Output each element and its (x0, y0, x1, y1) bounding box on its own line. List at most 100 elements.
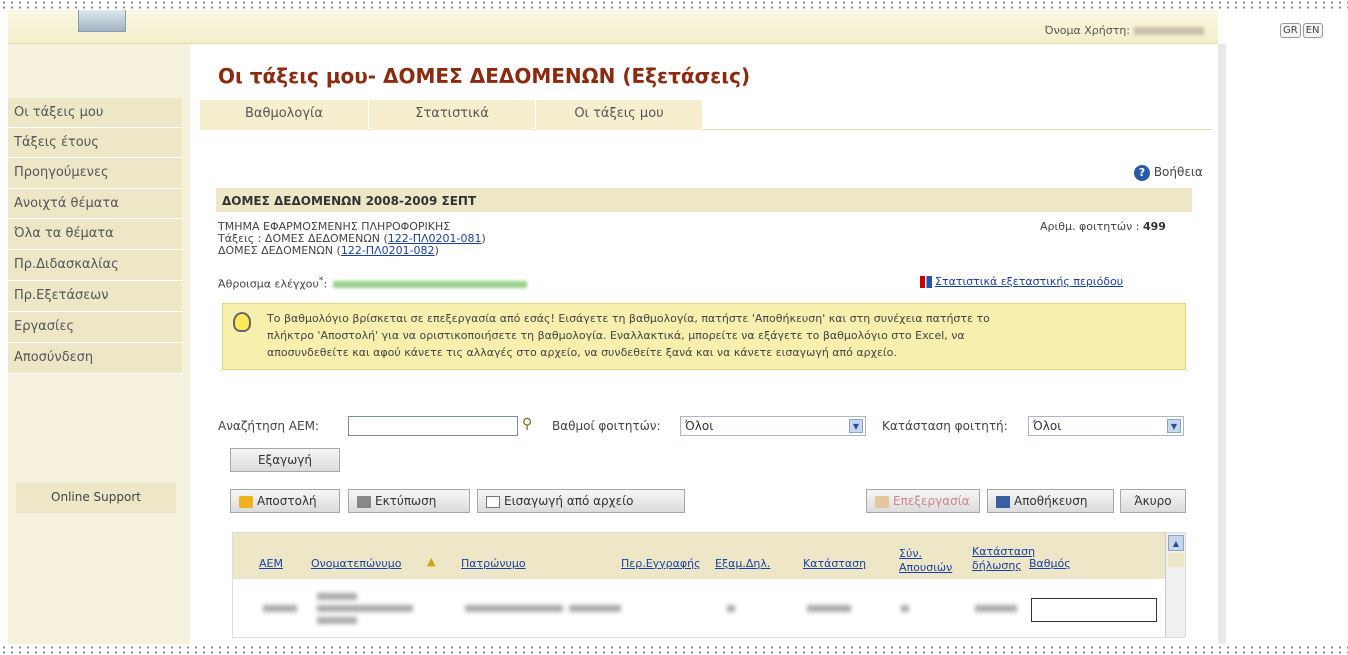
scroll-thumb[interactable] (1168, 553, 1184, 567)
tab-statistics[interactable]: Στατιστικά (369, 100, 535, 130)
top-dotted-border (0, 0, 1348, 10)
search-aem-label: Αναζήτηση ΑΕΜ: (218, 419, 319, 433)
username-value-blurred (1134, 27, 1204, 35)
send-label: Αποστολή (257, 494, 317, 508)
printer-icon (357, 495, 371, 508)
col-registration-period[interactable]: Περ.Εγγραφής (621, 557, 701, 570)
save-button[interactable]: Αποθήκευση (987, 489, 1114, 513)
sidebar-item-year-classes[interactable]: Τάξεις έτους (8, 128, 182, 158)
tab-bar: Βαθμολογία Στατιστικά Οι τάξεις μου (200, 100, 1212, 130)
students-grid: ΑΕΜ Ονοματεπώνυμο ▲ Πατρώνυμο Περ.Εγγραφ… (232, 532, 1186, 638)
tab-grading[interactable]: Βαθμολογία (200, 100, 368, 130)
class2-link[interactable]: 122-ΠΛ0201-082 (341, 244, 435, 257)
notice-line-2: πλήκτρο 'Αποστολή' για να οριστικοποιήσε… (267, 329, 965, 342)
floppy-icon (996, 495, 1010, 508)
checksum-value-blurred (333, 281, 528, 289)
help-icon: ? (1134, 165, 1150, 181)
checksum-colon: : (323, 277, 328, 291)
edit-label: Επεξεργασία (893, 494, 970, 508)
classes-suffix: ) (481, 232, 486, 245)
bottom-dotted-border (0, 645, 1348, 655)
status-filter-select[interactable]: Όλοι ▼ (1028, 416, 1184, 436)
row-name-blurred-1 (317, 593, 357, 600)
username-area: Όνομα Χρήστη: (1045, 24, 1204, 37)
online-support-button[interactable]: Online Support (16, 483, 176, 513)
right-empty-area (1218, 10, 1348, 645)
checksum-label: Άθροισμα ελέγχου (218, 277, 319, 291)
edit-button[interactable]: Επεξεργασία (866, 489, 980, 513)
help-link[interactable]: ? Βοήθεια (1134, 165, 1203, 181)
cancel-button[interactable]: Άκυρο (1120, 489, 1186, 513)
chevron-down-icon: ▼ (849, 419, 863, 433)
lightbulb-icon (233, 312, 251, 332)
grades-filter-label: Βαθμοί φοιτητών: (552, 419, 661, 433)
tab-my-classes[interactable]: Οι τάξεις μου (536, 100, 702, 130)
course-prefix: ΔΟΜΕΣ ΔΕΔΟΜΕΝΩΝ ( (218, 244, 341, 257)
lang-gr-button[interactable]: GR (1280, 23, 1301, 38)
sidebar-item-teaching-schedule[interactable]: Πρ.Διδασκαλίας (8, 250, 182, 281)
document-icon (486, 495, 500, 508)
status-filter-value: Όλοι (1033, 419, 1062, 433)
students-value: 499 (1142, 220, 1166, 233)
sort-arrow-icon: ▲ (427, 555, 436, 568)
pencil-icon (875, 495, 889, 508)
save-label: Αποθήκευση (1014, 494, 1088, 508)
sidebar-item-open-topics[interactable]: Ανοιχτά θέματα (8, 189, 182, 219)
notice-line-1: Το βαθμολόγιο βρίσκεται σε επεξεργασία α… (267, 312, 990, 325)
search-aem-input[interactable] (348, 416, 518, 436)
col-absences-line1[interactable]: Σύν. (899, 547, 922, 560)
row-status-blurred (807, 605, 851, 612)
send-icon (239, 495, 253, 508)
col-fullname[interactable]: Ονοματεπώνυμο (311, 557, 401, 570)
status-filter-label: Κατάσταση φοιτητή: (882, 419, 1008, 433)
exam-stats-link[interactable]: Στατιστικά εξεταστικής περιόδου (920, 275, 1123, 288)
col-declaration-status-line1[interactable]: Κατάσταση (972, 545, 1035, 558)
sidebar-item-logout[interactable]: Αποσύνδεση (8, 343, 182, 374)
row-aem-blurred (263, 605, 297, 612)
course-line: ΔΟΜΕΣ ΔΕΔΟΜΕΝΩΝ (122-ΠΛ0201-082) (218, 244, 439, 257)
send-button[interactable]: Αποστολή (230, 489, 340, 513)
grades-filter-select[interactable]: Όλοι ▼ (680, 416, 866, 436)
username-label: Όνομα Χρήστη: (1044, 24, 1130, 37)
page-title: Οι τάξεις μου- ΔΟΜΕΣ ΔΕΔΟΜΕΝΩΝ (Εξετάσει… (218, 64, 751, 88)
grid-scrollbar[interactable]: ▲ (1165, 533, 1185, 637)
sidebar-item-previous[interactable]: Προηγούμενες (8, 158, 182, 189)
col-fathername[interactable]: Πατρώνυμο (461, 557, 526, 570)
col-semester-declared[interactable]: Εξαμ.Δηλ. (715, 557, 770, 570)
grades-filter-value: Όλοι (685, 419, 714, 433)
print-button[interactable]: Εκτύπωση (348, 489, 470, 513)
col-grade[interactable]: Βαθμός (1029, 557, 1071, 570)
chevron-down-icon: ▼ (1167, 419, 1181, 433)
col-aem[interactable]: ΑΕΜ (259, 557, 283, 570)
filter-row: Αναζήτηση ΑΕΜ: ⚲ Βαθμοί φοιτητών: Όλοι ▼… (218, 416, 1198, 440)
sidebar-item-exam-schedule[interactable]: Πρ.Εξετάσεων (8, 281, 182, 312)
bar-chart-icon (920, 276, 932, 288)
sidebar-item-all-topics[interactable]: Όλα τα θέματα (8, 219, 182, 250)
row-absences-blurred (901, 605, 909, 612)
lang-en-button[interactable]: EN (1302, 23, 1323, 38)
grade-input[interactable] (1031, 598, 1157, 622)
sidebar-item-assignments[interactable]: Εργασίες (8, 312, 182, 343)
checksum: Άθροισμα ελέγχου*: (218, 275, 528, 291)
col-absences-line2[interactable]: Απουσιών (899, 561, 952, 574)
row-name-blurred-2 (317, 605, 413, 612)
row-fathername-blurred (465, 605, 563, 612)
col-status[interactable]: Κατάσταση (803, 557, 866, 570)
grid-header: ΑΕΜ Ονοματεπώνυμο ▲ Πατρώνυμο Περ.Εγγραφ… (233, 533, 1165, 579)
search-icon[interactable]: ⚲ (522, 416, 532, 432)
import-label: Εισαγωγή από αρχείο (504, 494, 634, 508)
col-declaration-status-line2[interactable]: δήλωσης (972, 559, 1022, 572)
content-right-edge (1218, 44, 1226, 644)
exam-stats-label: Στατιστικά εξεταστικής περιόδου (935, 275, 1124, 288)
row-name-blurred-3 (317, 617, 357, 624)
scroll-up-icon[interactable]: ▲ (1168, 535, 1184, 551)
print-label: Εκτύπωση (375, 494, 437, 508)
notice-line-3: αποσυνδεθείτε και αφού κάνετε τις αλλαγέ… (267, 346, 897, 359)
language-switcher: GR EN (1280, 22, 1325, 38)
course-suffix: ) (434, 244, 439, 257)
top-header-bar: Όνομα Χρήστη: (8, 10, 1218, 44)
import-button[interactable]: Εισαγωγή από αρχείο (477, 489, 685, 513)
sidebar-item-my-classes[interactable]: Οι τάξεις μου (8, 98, 182, 128)
help-label: Βοήθεια (1153, 165, 1203, 179)
export-button[interactable]: Εξαγωγή (230, 448, 340, 472)
